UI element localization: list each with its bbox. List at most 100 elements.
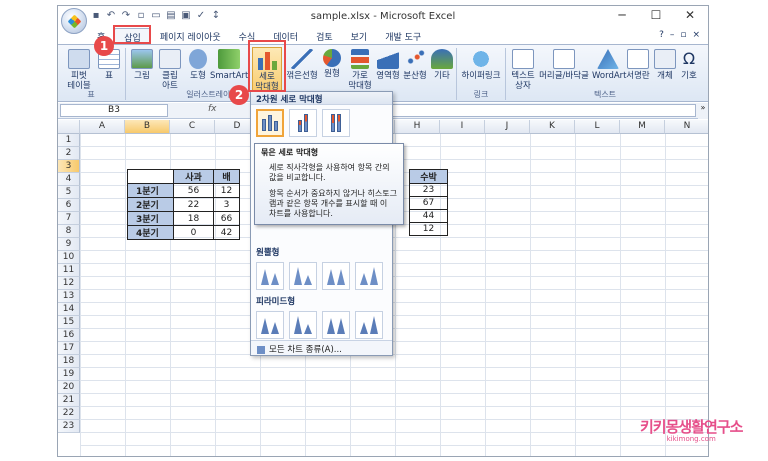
column-header-l[interactable]: L bbox=[575, 120, 620, 134]
row-header-20[interactable]: 20 bbox=[58, 381, 80, 394]
row-header-9[interactable]: 9 bbox=[58, 238, 80, 251]
row-header-4[interactable]: 4 bbox=[58, 173, 80, 186]
row-header-23[interactable]: 23 bbox=[58, 420, 80, 433]
smartart-button[interactable]: SmartArt bbox=[210, 49, 248, 81]
object-button[interactable]: 개체 bbox=[654, 49, 676, 81]
column-header-m[interactable]: M bbox=[620, 120, 665, 134]
tab-view[interactable]: 보기 bbox=[342, 28, 377, 44]
pyramid-option[interactable] bbox=[256, 311, 284, 339]
table-cell[interactable]: 18 bbox=[173, 211, 214, 226]
tab-page-layout[interactable]: 페이지 레이아웃 bbox=[151, 28, 230, 44]
cone-option[interactable] bbox=[322, 262, 350, 290]
table-cell[interactable]: 12 bbox=[213, 183, 240, 198]
formula-input[interactable] bbox=[392, 104, 696, 117]
table-cell[interactable]: 67 bbox=[409, 196, 448, 210]
table-row-label[interactable]: 1분기 bbox=[127, 183, 174, 198]
row-header-7[interactable]: 7 bbox=[58, 212, 80, 225]
area-chart-button[interactable]: 영역형 bbox=[376, 49, 400, 81]
table-cell[interactable]: 42 bbox=[213, 225, 240, 240]
select-all-corner[interactable] bbox=[58, 120, 80, 134]
table-cell[interactable]: 56 bbox=[173, 183, 214, 198]
percent-stacked-column-option[interactable] bbox=[322, 109, 350, 137]
table-cell[interactable]: 23 bbox=[409, 183, 448, 197]
row-header-2[interactable]: 2 bbox=[58, 147, 80, 160]
row-header-22[interactable]: 22 bbox=[58, 407, 80, 420]
ribbon-restore-icon[interactable]: ▫ bbox=[680, 30, 686, 40]
row-header-16[interactable]: 16 bbox=[58, 329, 80, 342]
column-header-k[interactable]: K bbox=[530, 120, 575, 134]
office-button[interactable] bbox=[61, 8, 87, 34]
fx-icon[interactable]: fx bbox=[208, 104, 228, 117]
cone-option[interactable] bbox=[289, 262, 317, 290]
column-header-i[interactable]: I bbox=[440, 120, 485, 134]
ribbon-close-icon[interactable]: × bbox=[692, 30, 700, 40]
row-header-19[interactable]: 19 bbox=[58, 368, 80, 381]
signature-line-button[interactable]: 서명란 bbox=[624, 49, 652, 81]
row-header-15[interactable]: 15 bbox=[58, 316, 80, 329]
wordart-button[interactable]: WordArt bbox=[592, 49, 627, 81]
cone-option[interactable] bbox=[256, 262, 284, 290]
table-cell[interactable]: 12 bbox=[409, 222, 448, 236]
table-header-cell[interactable]: 수박 bbox=[409, 169, 448, 184]
table-row-label[interactable]: 2분기 bbox=[127, 197, 174, 212]
column-header-b[interactable]: B bbox=[125, 120, 170, 134]
clipart-button[interactable]: 클립 아트 bbox=[158, 49, 182, 91]
tab-review[interactable]: 검토 bbox=[307, 28, 342, 44]
ribbon-minimize-icon[interactable]: – bbox=[670, 30, 675, 40]
row-header-8[interactable]: 8 bbox=[58, 225, 80, 238]
table-header-cell[interactable]: 사과 bbox=[173, 169, 214, 184]
table-cell[interactable]: 22 bbox=[173, 197, 214, 212]
column-header-c[interactable]: C bbox=[170, 120, 215, 134]
row-header-21[interactable]: 21 bbox=[58, 394, 80, 407]
symbol-button[interactable]: Ω 기호 bbox=[678, 49, 700, 81]
row-header-13[interactable]: 13 bbox=[58, 290, 80, 303]
tab-developer[interactable]: 개발 도구 bbox=[376, 28, 430, 44]
other-charts-button[interactable]: 기타 bbox=[430, 49, 454, 81]
shapes-button[interactable]: 도형 bbox=[186, 49, 210, 81]
row-header-1[interactable]: 1 bbox=[58, 134, 80, 147]
row-header-11[interactable]: 11 bbox=[58, 264, 80, 277]
close-icon[interactable]: ✕ bbox=[674, 8, 706, 22]
pie-chart-button[interactable]: 원형 bbox=[320, 49, 344, 79]
header-footer-button[interactable]: 머리글/바닥글 bbox=[538, 49, 590, 81]
table-row-label[interactable]: 3분기 bbox=[127, 211, 174, 226]
row-header-6[interactable]: 6 bbox=[58, 199, 80, 212]
pivot-table-button[interactable]: 피벗 테이블 bbox=[64, 49, 94, 91]
column-header-j[interactable]: J bbox=[485, 120, 530, 134]
pyramid-option[interactable] bbox=[322, 311, 350, 339]
stacked-column-option[interactable] bbox=[289, 109, 317, 137]
row-header-14[interactable]: 14 bbox=[58, 303, 80, 316]
help-icon[interactable]: ? bbox=[659, 30, 664, 40]
bar-chart-button[interactable]: 가로 막대형 bbox=[346, 49, 374, 91]
table-header-cell[interactable]: 배 bbox=[213, 169, 240, 184]
row-header-17[interactable]: 17 bbox=[58, 342, 80, 355]
table-cell[interactable]: 0 bbox=[173, 225, 214, 240]
column-header-h[interactable]: H bbox=[395, 120, 440, 134]
scroll-arrow[interactable]: » bbox=[698, 103, 708, 119]
all-chart-types-link[interactable]: 모든 차트 종류(A)... bbox=[251, 340, 392, 355]
pyramid-option[interactable] bbox=[289, 311, 317, 339]
line-chart-button[interactable]: 꺾은선형 bbox=[286, 49, 318, 81]
clustered-column-option[interactable] bbox=[256, 109, 284, 137]
table-cell[interactable]: 66 bbox=[213, 211, 240, 226]
minimize-icon[interactable]: ─ bbox=[606, 8, 638, 22]
textbox-button[interactable]: 텍스트 상자 bbox=[509, 49, 537, 91]
column-header-a[interactable]: A bbox=[80, 120, 125, 134]
hyperlink-button[interactable]: 하이퍼링크 bbox=[460, 49, 502, 81]
column-header-n[interactable]: N bbox=[665, 120, 708, 134]
maximize-icon[interactable]: ☐ bbox=[640, 8, 672, 22]
table-cell[interactable]: 3 bbox=[213, 197, 240, 212]
table-row-label[interactable]: 4분기 bbox=[127, 225, 174, 240]
pyramid-option[interactable] bbox=[355, 311, 383, 339]
scatter-chart-button[interactable]: 분산형 bbox=[402, 49, 428, 81]
row-header-5[interactable]: 5 bbox=[58, 186, 80, 199]
row-header-3[interactable]: 3 bbox=[58, 160, 80, 173]
table-cell[interactable]: 44 bbox=[409, 209, 448, 223]
row-header-18[interactable]: 18 bbox=[58, 355, 80, 368]
table-header-cell[interactable] bbox=[127, 169, 174, 184]
row-header-12[interactable]: 12 bbox=[58, 277, 80, 290]
row-header-10[interactable]: 10 bbox=[58, 251, 80, 264]
picture-button[interactable]: 그림 bbox=[130, 49, 154, 81]
cone-option[interactable] bbox=[355, 262, 383, 290]
name-box[interactable]: B3 bbox=[60, 104, 168, 117]
